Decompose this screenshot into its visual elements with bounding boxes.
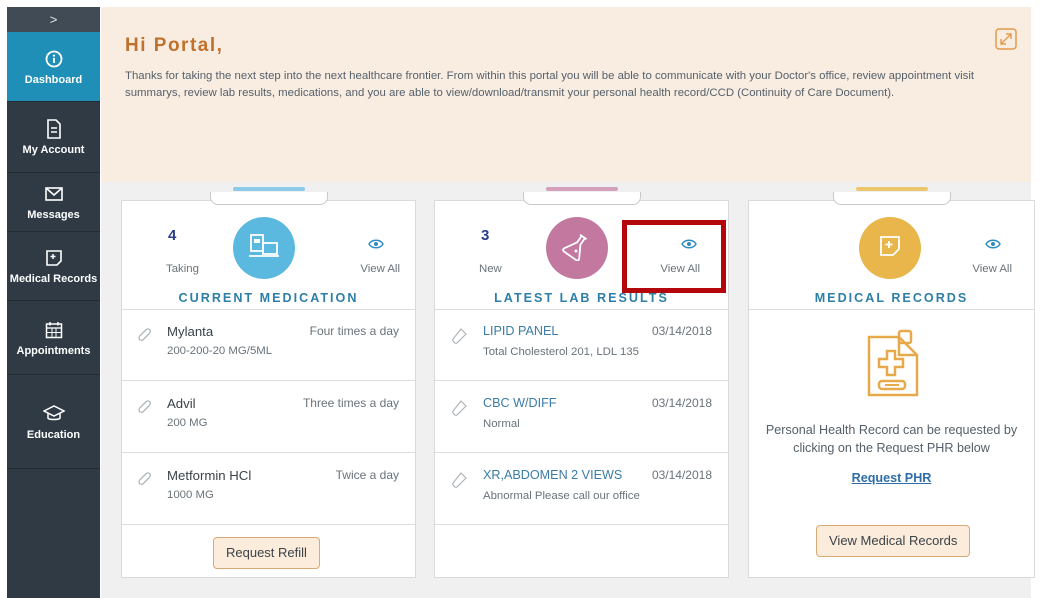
medication-row[interactable]: Metformin HCl 1000 MG Twice a day — [122, 454, 415, 525]
card-tab — [833, 187, 951, 205]
records-view-all-link[interactable]: View All — [972, 263, 1012, 275]
sidebar-item-label: Messages — [27, 209, 80, 221]
medication-row[interactable]: Advil 200 MG Three times a day — [122, 382, 415, 453]
lab-date: 03/14/2018 — [651, 396, 712, 410]
labs-count-label: New — [479, 263, 502, 275]
request-phr-link[interactable]: Request PHR — [749, 471, 1034, 485]
medical-records-card: View All MEDICAL RECORDS Personal Health… — [748, 187, 1035, 578]
lab-result-row[interactable]: CBC W/DIFF 03/14/2018 Normal — [435, 382, 728, 453]
document-icon — [43, 118, 65, 140]
labs-circle — [546, 217, 608, 279]
welcome-banner: Hi Portal, Thanks for taking the next st… — [101, 7, 1031, 182]
card-tab — [523, 187, 641, 205]
eye-icon[interactable] — [368, 236, 384, 249]
lab-test-name[interactable]: CBC W/DIFF — [483, 396, 556, 410]
sidebar-item-label: Appointments — [16, 344, 91, 357]
medication-view-all-link[interactable]: View All — [360, 263, 400, 275]
sidebar: > Dashboard My Account Messages Medical … — [7, 7, 100, 598]
welcome-text: Thanks for taking the next step into the… — [125, 70, 975, 99]
pill-icon — [138, 328, 152, 342]
sidebar-item-label: My Account — [22, 144, 85, 156]
pharmacy-icon — [247, 232, 281, 265]
request-refill-button[interactable]: Request Refill — [213, 537, 320, 569]
medication-frequency: Four times a day — [309, 324, 399, 338]
lab-result: Normal — [483, 418, 520, 430]
app-root: > Dashboard My Account Messages Medical … — [0, 0, 1047, 598]
graduation-cap-icon — [42, 403, 65, 425]
lab-test-name[interactable]: XR,ABDOMEN 2 VIEWS — [483, 468, 622, 482]
card-tab-accent — [856, 187, 928, 191]
records-circle — [859, 217, 921, 279]
medication-frequency: Three times a day — [302, 396, 399, 410]
envelope-icon — [43, 183, 65, 205]
medication-row[interactable]: Mylanta 200-200-20 MG/5ML Four times a d… — [122, 310, 415, 381]
records-description: Personal Health Record can be requested … — [749, 421, 1034, 457]
calendar-icon — [43, 319, 65, 341]
medical-file-icon — [43, 247, 65, 269]
flask-icon — [562, 231, 592, 266]
welcome-title: Hi Portal, — [125, 35, 224, 56]
card-tab-accent — [546, 187, 618, 191]
test-tube-icon — [451, 400, 467, 416]
card-tab — [210, 187, 328, 205]
expand-icon[interactable] — [995, 28, 1017, 50]
medication-dose: 200-200-20 MG/5ML — [167, 345, 273, 357]
sidebar-item-my-account[interactable]: My Account — [7, 102, 100, 173]
pill-icon — [138, 400, 152, 414]
info-icon — [43, 48, 65, 70]
sidebar-toggle-button[interactable]: > — [7, 7, 100, 32]
divider — [749, 309, 1034, 310]
lab-test-name[interactable]: LIPID PANEL — [483, 324, 558, 338]
medication-dose: 200 MG — [167, 417, 208, 429]
medication-dose: 1000 MG — [167, 489, 214, 501]
lab-result-row[interactable]: XR,ABDOMEN 2 VIEWS 03/14/2018 Abnormal P… — [435, 454, 728, 525]
lab-result-row[interactable]: LIPID PANEL 03/14/2018 Total Cholesterol… — [435, 310, 728, 381]
sidebar-item-label: Dashboard — [24, 73, 83, 86]
medication-name: Metformin HCl — [167, 468, 252, 483]
medication-card-title: CURRENT MEDICATION — [178, 291, 359, 305]
current-medication-card: 4 Taking View All CURRENT MEDICATION Myl… — [121, 187, 416, 578]
health-record-icon — [865, 329, 923, 404]
sidebar-item-education[interactable]: Education — [7, 375, 100, 469]
labs-card-title: LATEST LAB RESULTS — [494, 291, 669, 305]
test-tube-icon — [451, 472, 467, 488]
eye-icon[interactable] — [985, 236, 1001, 249]
medication-circle — [233, 217, 295, 279]
medication-name: Mylanta — [167, 324, 214, 339]
card-tab-accent — [233, 187, 305, 191]
test-tube-icon — [451, 328, 467, 344]
sidebar-item-messages[interactable]: Messages — [7, 173, 100, 232]
sidebar-item-appointments[interactable]: Appointments — [7, 301, 100, 375]
pill-icon — [138, 472, 152, 486]
records-description-line: Personal Health Record can be requested … — [765, 423, 1018, 437]
medication-count: 4 — [168, 227, 177, 244]
lab-date: 03/14/2018 — [651, 468, 712, 482]
medication-name: Advil — [167, 396, 196, 411]
sidebar-item-label: Medical Records — [9, 273, 98, 285]
medical-file-icon — [878, 234, 902, 263]
records-description-line: clicking on the Request PHR below — [793, 441, 990, 455]
sidebar-item-dashboard[interactable]: Dashboard — [7, 32, 100, 102]
sidebar-item-label: Education — [26, 428, 81, 441]
records-card-title: MEDICAL RECORDS — [814, 291, 969, 305]
highlight-box — [622, 220, 726, 293]
labs-count: 3 — [481, 227, 490, 244]
sidebar-item-medical-records[interactable]: Medical Records — [7, 232, 100, 301]
medication-frequency: Twice a day — [335, 468, 399, 482]
lab-result: Abnormal Please call our office — [483, 490, 640, 502]
view-medical-records-button[interactable]: View Medical Records — [816, 525, 971, 557]
lab-date: 03/14/2018 — [651, 324, 712, 338]
lab-result: Total Cholesterol 201, LDL 135 — [483, 346, 639, 358]
medication-count-label: Taking — [166, 263, 199, 275]
